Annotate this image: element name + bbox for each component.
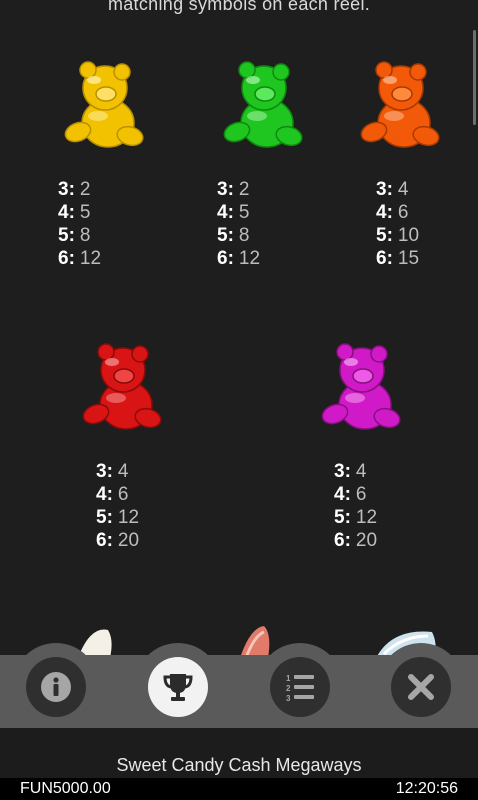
pay-value: 6 xyxy=(397,202,409,223)
pay-row: 5: 10 xyxy=(376,224,419,247)
pay-count: 3: xyxy=(58,179,75,200)
pay-count: 6: xyxy=(217,248,234,269)
pay-value: 5 xyxy=(79,202,91,223)
pay-row: 6: 20 xyxy=(96,529,139,552)
pay-value: 12 xyxy=(238,248,261,269)
pay-row: 4: 5 xyxy=(217,201,260,224)
pay-value: 8 xyxy=(238,225,250,246)
pay-count: 6: xyxy=(334,530,351,551)
yellow-bear-icon xyxy=(64,61,144,148)
pay-value: 5 xyxy=(238,202,250,223)
pay-row: 6: 12 xyxy=(58,247,101,270)
numbered-list-icon: 1 2 3 xyxy=(286,674,314,703)
pay-row: 4: 6 xyxy=(96,483,139,506)
pay-value: 6 xyxy=(355,484,367,505)
clock-display: 12:20:56 xyxy=(395,780,458,797)
pay-value: 15 xyxy=(397,248,420,269)
paytable-values: 3: 2 4: 5 5: 8 6: 12 xyxy=(217,178,260,270)
symbol-orange-bear: 3: 4 4: 6 5: 10 6: 15 xyxy=(358,58,478,298)
pay-row: 5: 12 xyxy=(96,506,139,529)
pay-row: 4: 5 xyxy=(58,201,101,224)
info-icon xyxy=(41,672,71,702)
trophy-icon xyxy=(163,674,193,701)
paytable-panel[interactable]: matching symbols on each reel. 3: 2 4: 5 5… xyxy=(0,0,478,655)
pay-row: 6: 15 xyxy=(376,247,419,270)
pay-count: 6: xyxy=(96,530,113,551)
pay-value: 8 xyxy=(79,225,91,246)
pay-count: 5: xyxy=(376,225,393,246)
pay-count: 3: xyxy=(217,179,234,200)
paytable-intro-text: matching symbols on each reel. xyxy=(107,0,371,14)
red-bear-icon xyxy=(82,343,162,430)
pay-row: 5: 8 xyxy=(58,224,101,247)
pay-count: 4: xyxy=(96,484,113,505)
pay-value: 2 xyxy=(79,179,91,200)
info-button[interactable] xyxy=(26,657,86,717)
pay-row: 5: 8 xyxy=(217,224,260,247)
pay-row: 3: 2 xyxy=(58,178,101,201)
paytable-values: 3: 4 4: 6 5: 12 6: 20 xyxy=(334,460,377,552)
close-icon xyxy=(408,674,434,700)
paytable-button[interactable] xyxy=(148,657,208,717)
symbol-green-bear: 3: 2 4: 5 5: 8 6: 12 xyxy=(199,58,319,298)
pay-count: 4: xyxy=(334,484,351,505)
pay-count: 5: xyxy=(334,507,351,528)
orange-bear-icon xyxy=(360,61,440,148)
pay-row: 5: 12 xyxy=(334,506,377,529)
svg-text:1: 1 xyxy=(286,674,291,683)
pay-row: 6: 20 xyxy=(334,529,377,552)
pay-count: 3: xyxy=(96,461,113,482)
close-button[interactable] xyxy=(391,657,451,717)
pay-count: 5: xyxy=(217,225,234,246)
pay-row: 3: 2 xyxy=(217,178,260,201)
pay-count: 4: xyxy=(376,202,393,223)
pay-value: 12 xyxy=(79,248,102,269)
magenta-bear-icon xyxy=(321,343,401,430)
svg-text:2: 2 xyxy=(286,684,291,693)
rules-button[interactable]: 1 2 3 xyxy=(270,657,330,717)
pay-count: 5: xyxy=(58,225,75,246)
pay-count: 5: xyxy=(96,507,113,528)
candy-symbol-partial xyxy=(241,626,270,655)
pay-count: 3: xyxy=(376,179,393,200)
pay-count: 6: xyxy=(58,248,75,269)
balance-display: FUN5000.00 xyxy=(20,780,111,797)
pay-value: 12 xyxy=(117,507,140,528)
pay-value: 6 xyxy=(117,484,129,505)
pay-row: 4: 6 xyxy=(334,483,377,506)
pay-count: 3: xyxy=(334,461,351,482)
pay-row: 3: 4 xyxy=(334,460,377,483)
paytable-values: 3: 4 4: 6 5: 10 6: 15 xyxy=(376,178,419,270)
pay-row: 4: 6 xyxy=(376,201,419,224)
pay-value: 20 xyxy=(355,530,378,551)
pay-row: 6: 12 xyxy=(217,247,260,270)
pay-value: 4 xyxy=(117,461,129,482)
pay-value: 12 xyxy=(355,507,378,528)
pay-count: 6: xyxy=(376,248,393,269)
pay-value: 4 xyxy=(397,179,409,200)
green-bear-icon xyxy=(223,61,303,148)
status-bar: FUN5000.00 12:20:56 xyxy=(0,778,478,800)
pay-row: 3: 4 xyxy=(376,178,419,201)
pay-count: 4: xyxy=(217,202,234,223)
pay-value: 2 xyxy=(238,179,250,200)
pay-value: 20 xyxy=(117,530,140,551)
pay-row: 3: 4 xyxy=(96,460,139,483)
pay-value: 10 xyxy=(397,225,420,246)
pay-value: 4 xyxy=(355,461,367,482)
svg-text:3: 3 xyxy=(286,694,291,703)
symbol-yellow-bear: 3: 2 4: 5 5: 8 6: 12 xyxy=(40,58,160,298)
symbol-magenta-bear: 3: 4 4: 6 5: 12 6: 20 xyxy=(317,340,437,580)
symbol-red-bear: 3: 4 4: 6 5: 12 6: 20 xyxy=(78,340,198,580)
pay-count: 4: xyxy=(58,202,75,223)
game-title: Sweet Candy Cash Megaways xyxy=(116,755,362,775)
paytable-values: 3: 2 4: 5 5: 8 6: 12 xyxy=(58,178,101,270)
paytable-values: 3: 4 4: 6 5: 12 6: 20 xyxy=(96,460,139,552)
bottom-toolbar: 1 2 3 xyxy=(0,643,478,729)
